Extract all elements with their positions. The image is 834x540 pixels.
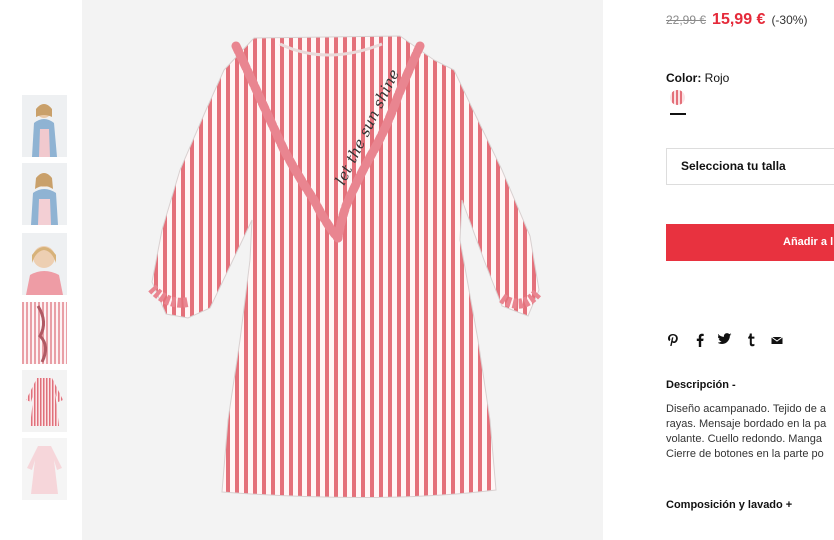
thumbnail-2[interactable] <box>22 163 67 225</box>
description-text: Diseño acampanado. Tejido de a rayas. Me… <box>666 402 834 462</box>
thumbnail-6[interactable] <box>22 438 67 500</box>
old-price: 22,99 € <box>666 13 707 27</box>
pinterest-icon[interactable] <box>666 333 680 349</box>
price-row: 22,99 € 15,99 € (-30%) <box>666 11 807 29</box>
color-swatch-rojo[interactable] <box>670 90 685 105</box>
thumbnail-5[interactable] <box>22 370 67 432</box>
sale-price: 15,99 € <box>712 11 766 28</box>
thumbnail-1[interactable] <box>22 95 67 157</box>
selected-color-indicator <box>670 113 686 115</box>
twitter-icon[interactable] <box>717 333 732 349</box>
color-label: Color: Rojo <box>666 71 729 85</box>
tumblr-icon[interactable] <box>744 333 758 349</box>
discount-badge: (-30%) <box>771 13 808 27</box>
description-line: volante. Cuello redondo. Manga <box>666 433 822 445</box>
thumbnail-3[interactable] <box>22 233 67 295</box>
description-toggle[interactable]: Descripción - <box>666 379 736 391</box>
mail-icon[interactable] <box>770 333 784 349</box>
description-line: Cierre de botones en la parte po <box>666 448 824 460</box>
size-select[interactable]: Selecciona tu talla <box>666 148 834 185</box>
description-line: rayas. Mensaje bordado en la pa <box>666 418 827 430</box>
color-label-key: Color: <box>666 71 702 85</box>
product-main-image[interactable]: let the sun shine <box>82 0 603 540</box>
thumbnail-4[interactable] <box>22 302 67 364</box>
facebook-icon[interactable] <box>693 333 707 349</box>
add-to-bag-button[interactable]: Añadir a l <box>666 224 834 261</box>
composition-toggle[interactable]: Composición y lavado + <box>666 499 792 511</box>
description-line: Diseño acampanado. Tejido de a <box>666 403 827 415</box>
color-value: Rojo <box>704 71 730 85</box>
